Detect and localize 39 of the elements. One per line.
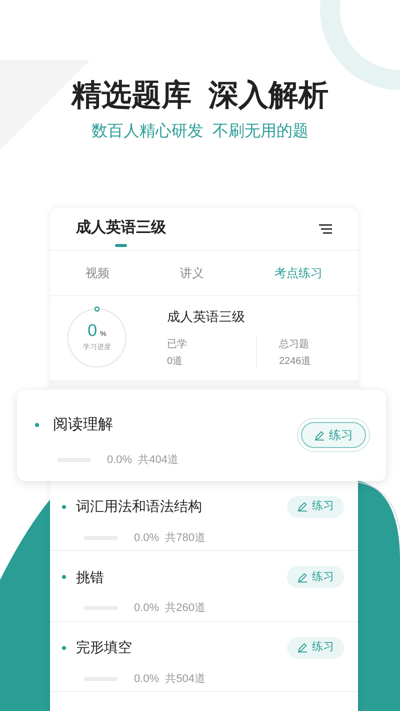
pen-icon [297,501,308,512]
title-underline [115,244,127,247]
progress-ring [65,306,129,370]
question-count: 共260道 [165,601,206,616]
tab[interactable]: 考点练习 [274,264,323,282]
tab[interactable]: 视频 [85,264,110,282]
menu-icon[interactable] [319,224,332,234]
progress-percent: 0.0% [134,530,160,546]
pen-icon [297,642,308,653]
progress-percent: 0.0% [107,453,132,468]
course-title: 成人英语三级 [76,218,166,238]
topic-title: 挑错 [76,568,104,586]
progress-percent: 0.0% [134,672,160,686]
progress-value: 0 [88,322,98,340]
practice-button[interactable]: 练习 [287,566,344,588]
progress-percent: 0.0% [134,601,160,616]
course-name: 成人英语三级 [167,308,246,326]
headline: 精选题库 深入解析 [72,78,328,114]
topic-title: 阅读理解 [53,414,113,435]
tagline: 数百人精心研发 不刷无用的题 [92,122,308,142]
topic-title: 完形填空 [76,638,132,657]
practice-button[interactable]: 练习 [287,636,344,658]
total-label: 总习题 [279,338,310,352]
pen-icon [314,430,325,440]
tab[interactable]: 讲义 [180,264,204,282]
question-count: 共780道 [165,530,206,546]
topic-row[interactable]: 挑错 练习 0.0% 共260道 [50,551,358,622]
practice-button[interactable]: 练习 [287,496,344,518]
total-value: 2246道 [279,354,312,369]
question-count: 共504道 [165,672,206,686]
learned-label: 已学 [167,338,188,352]
topic-card[interactable]: 阅读理解 练习 0.0% 共404道 [17,390,386,480]
question-count: 共404道 [138,453,178,468]
progress-start-dot [94,306,100,312]
learned-value: 0道 [167,354,184,369]
topic-title: 词汇用法和语法结构 [76,497,202,516]
topic-row[interactable]: 词汇用法和语法结构 练习 0.0% 共780道 [50,480,358,551]
pen-icon [297,572,308,582]
topic-row[interactable]: 完形填空 练习 0.0% 共504道 [50,622,358,692]
